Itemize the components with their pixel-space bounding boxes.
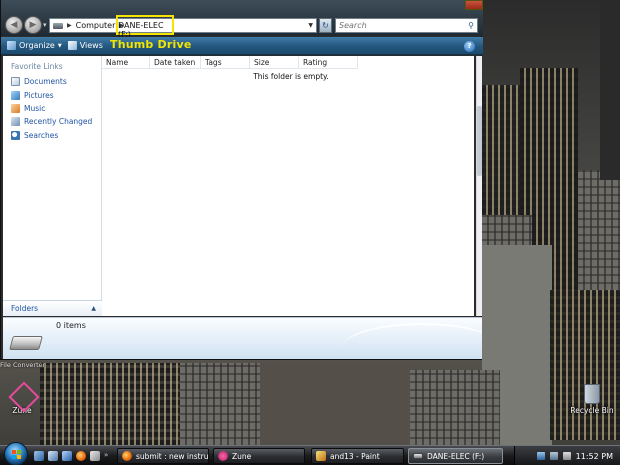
system-tray: 11:52 PM	[514, 446, 620, 465]
chevron-down-icon: ▼	[57, 42, 62, 49]
details-pane: 0 items	[3, 317, 482, 359]
taskbar-button-label: submit : new instruc...	[136, 451, 209, 461]
nav-item-label: Documents	[24, 77, 67, 87]
command-toolbar: Organize ▼ Views Thumb Drive ?	[1, 37, 483, 55]
nav-item-label: Searches	[24, 130, 59, 140]
taskbar-button-label: Zune	[232, 451, 252, 461]
column-header-tags[interactable]: Tags	[201, 56, 250, 69]
scrollbar-thumb[interactable]	[477, 106, 482, 176]
nav-item-searches[interactable]: Searches	[11, 129, 92, 142]
show-desktop-icon[interactable]	[34, 451, 44, 461]
nav-item-label: Recently Changed	[24, 117, 93, 127]
clock[interactable]: 11:52 PM	[576, 452, 613, 461]
forward-button[interactable]: ▶	[24, 16, 42, 34]
taskbar-button-firefox[interactable]: submit : new instruc...	[117, 448, 209, 464]
vertical-scrollbar[interactable]	[476, 56, 482, 316]
switch-windows-icon[interactable]	[48, 451, 58, 461]
start-button[interactable]	[4, 442, 28, 465]
views-label: Views	[79, 41, 103, 50]
refresh-icon: ↻	[322, 21, 329, 30]
nav-item-documents[interactable]: Documents	[11, 75, 92, 88]
favorite-links-list: Documents Pictures Music Recently Change…	[11, 75, 92, 142]
back-button[interactable]: ◀	[5, 16, 23, 34]
paint-icon	[316, 451, 326, 461]
details-decoration	[342, 323, 482, 359]
zune-icon	[218, 451, 228, 461]
zune-icon	[11, 384, 33, 406]
organize-label: Organize	[19, 41, 55, 50]
internet-explorer-icon[interactable]	[62, 451, 72, 461]
annotation-highlight-box: DANE-ELEC (F:)	[116, 15, 174, 39]
explorer-window: ◀ ▶ ▾ ▶ Computer ▶ DANE-ELEC (F:) ▼ ↻ ⚲ …	[0, 0, 483, 360]
recycle-bin-icon	[584, 384, 600, 404]
nav-item-recently-changed[interactable]: Recently Changed	[11, 115, 92, 128]
navigation-pane: Favorite Links Documents Pictures Music …	[3, 56, 102, 316]
nav-item-label: Music	[24, 103, 46, 113]
taskbar-button-label: DANE-ELEC (F:)	[427, 451, 485, 461]
item-count: 0 items	[56, 321, 86, 330]
volume-icon[interactable]	[562, 452, 571, 460]
breadcrumb-separator-icon[interactable]: ▶	[67, 22, 72, 29]
nav-item-label: Pictures	[24, 90, 54, 100]
pictures-icon	[11, 90, 20, 100]
search-box[interactable]: ⚲	[335, 18, 478, 33]
column-header-size[interactable]: Size	[250, 56, 299, 69]
firefox-icon[interactable]	[76, 451, 86, 461]
breadcrumb-separator-icon[interactable]: ▶	[119, 22, 124, 29]
taskbar-button-explorer[interactable]: DANE-ELEC (F:)	[408, 448, 503, 464]
firefox-icon	[122, 451, 132, 461]
search-icon[interactable]: ⚲	[468, 21, 474, 30]
folders-toggle[interactable]: Folders ▲	[3, 300, 102, 316]
recent-icon	[11, 117, 20, 127]
music-icon	[11, 103, 20, 113]
annotation-label: Thumb Drive	[110, 38, 192, 51]
column-header-date-taken[interactable]: Date taken	[150, 56, 201, 69]
favorite-links-title: Favorite Links	[11, 62, 63, 71]
close-button[interactable]	[465, 0, 483, 10]
column-header-rating[interactable]: Rating	[299, 56, 358, 69]
quick-launch-app-icon[interactable]	[90, 451, 100, 461]
breadcrumb-computer[interactable]: Computer	[76, 21, 116, 30]
views-button[interactable]: Views	[67, 41, 103, 50]
chevron-up-icon: ▲	[91, 305, 96, 312]
desktop-icon-zune[interactable]: Zune	[4, 384, 40, 415]
refresh-button[interactable]: ↻	[319, 18, 332, 33]
nav-item-music[interactable]: Music	[11, 102, 92, 115]
column-headers: Name Date taken Tags Size Rating	[102, 56, 358, 69]
organize-button[interactable]: Organize ▼	[7, 41, 62, 50]
address-dropdown-icon[interactable]: ▼	[308, 22, 313, 29]
folders-label: Folders	[11, 304, 39, 313]
recent-pages-dropdown[interactable]: ▾	[43, 21, 47, 29]
documents-icon	[11, 77, 20, 87]
search-input[interactable]	[339, 19, 459, 32]
desktop-icon-partial-label: File Converter	[0, 361, 46, 369]
taskbar-button-paint[interactable]: and13 - Paint	[311, 448, 404, 464]
address-bar[interactable]: ▶ Computer ▶ DANE-ELEC (F:) ▼	[49, 15, 317, 39]
drive-icon	[413, 453, 423, 459]
quick-launch-overflow-icon[interactable]: »	[104, 451, 108, 459]
language-icon[interactable]	[536, 452, 545, 460]
taskbar: » submit : new instruc... Zune and13 - P…	[0, 442, 620, 465]
file-list[interactable]: Name Date taken Tags Size Rating This fo…	[102, 56, 474, 316]
network-icon[interactable]	[549, 452, 558, 460]
organize-icon	[7, 41, 16, 50]
empty-folder-message: This folder is empty.	[253, 72, 329, 81]
back-arrow-icon: ◀	[10, 19, 18, 30]
nav-item-pictures[interactable]: Pictures	[11, 88, 92, 101]
desktop-icon-recycle-bin[interactable]: Recycle Bin	[570, 384, 614, 415]
help-button[interactable]: ?	[464, 41, 475, 52]
taskbar-button-label: and13 - Paint	[330, 451, 380, 461]
forward-arrow-icon: ▶	[29, 19, 37, 30]
views-icon	[67, 41, 77, 50]
drive-icon	[53, 22, 63, 29]
desktop-icon-label: Recycle Bin	[570, 406, 614, 415]
column-header-name[interactable]: Name	[102, 56, 150, 69]
usb-drive-icon	[9, 336, 43, 350]
searches-icon	[11, 130, 20, 140]
taskbar-button-zune[interactable]: Zune	[213, 448, 305, 464]
address-bar-row: ◀ ▶ ▾ ▶ Computer ▶ DANE-ELEC (F:) ▼ ↻ ⚲	[1, 0, 483, 39]
